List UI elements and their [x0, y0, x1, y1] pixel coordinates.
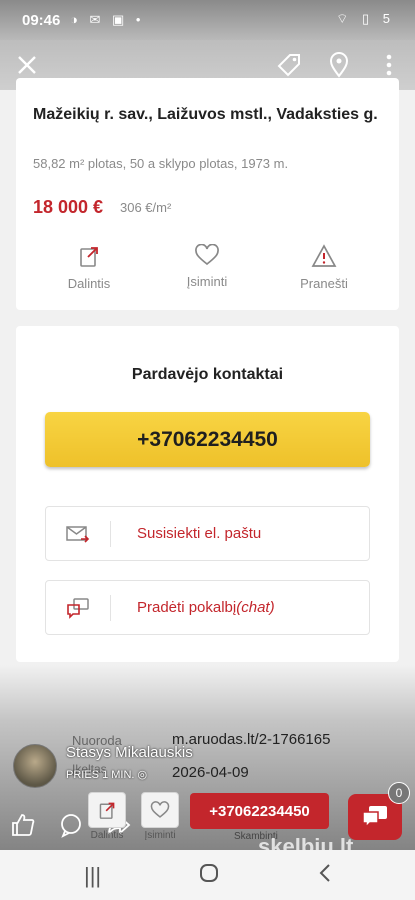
chat-contact-button[interactable]: Pradėti pokalbį(chat): [45, 580, 370, 635]
email-contact-button[interactable]: Susisiekti el. paštu: [45, 506, 370, 561]
back-icon[interactable]: [318, 863, 332, 889]
share-icon: [99, 802, 115, 819]
seller-contacts-card: Pardavėjo kontaktai +37062234450 Susisie…: [16, 326, 399, 662]
bottom-share-label: Dalintis: [90, 830, 124, 841]
save-label: Įsiminti: [186, 274, 228, 289]
listing-card: Mažeikių r. sav., Laižuvos mstl., Vadaks…: [16, 78, 399, 310]
heart-icon: [150, 801, 170, 818]
divider: [110, 595, 111, 621]
listing-details: 58,82 m² plotas, 50 a sklypo plotas, 197…: [33, 156, 289, 171]
report-action[interactable]: Pranešti: [279, 244, 369, 291]
chat-count-badge: 0: [388, 782, 410, 804]
location-pin-icon[interactable]: [324, 50, 354, 80]
chat-bubbles-icon: [67, 598, 89, 619]
bottom-save-label: Įsiminti: [144, 830, 176, 841]
reference-link[interactable]: m.aruodas.lt/2-1766165: [172, 731, 330, 748]
user-meta: PRIES 1 MIN. ◎: [66, 769, 148, 781]
system-status-icons: ⌔ ▯ 5: [336, 11, 395, 26]
warning-icon: [311, 244, 337, 267]
contacts-title: Pardavėjo kontaktai: [131, 366, 284, 383]
avatar[interactable]: [13, 744, 57, 788]
share-label: Dalintis: [67, 276, 111, 291]
save-action[interactable]: Įsiminti: [162, 244, 252, 289]
share-action[interactable]: Dalintis: [44, 244, 134, 291]
chat-contact-label: Pradėti pokalbį(chat): [137, 599, 275, 616]
heart-icon: [195, 244, 219, 266]
listing-price: 18 000 €: [33, 197, 104, 217]
status-bar: 09:46 ◑ ✉ ▣ • ⌔ ▯ 5: [0, 0, 415, 40]
tag-icon[interactable]: [274, 50, 304, 80]
date-value: 2026-04-09: [172, 764, 249, 781]
system-nav-bar: |||: [0, 850, 415, 900]
phone-button[interactable]: +37062234450: [45, 412, 370, 467]
globe-icon: ◎: [137, 769, 148, 781]
chat-bubbles-icon: [362, 806, 387, 829]
listing-address: Mažeikių r. sav., Laižuvos mstl., Vadaks…: [33, 106, 378, 123]
report-label: Pranešti: [300, 276, 348, 291]
home-icon[interactable]: [199, 863, 219, 889]
recent-apps-icon[interactable]: |||: [84, 863, 101, 889]
close-icon[interactable]: [12, 50, 42, 80]
notification-icons: ◑ ✉ ▣ •: [70, 12, 145, 27]
divider: [110, 521, 111, 547]
bottom-share-button[interactable]: Dalintis: [84, 792, 130, 841]
call-button[interactable]: +37062234450: [190, 793, 329, 829]
clock: 09:46: [22, 12, 61, 29]
share-icon: [80, 247, 98, 267]
email-contact-label: Susisiekti el. paštu: [137, 525, 262, 542]
email-icon: [66, 526, 90, 543]
bottom-save-button[interactable]: Įsiminti: [137, 792, 183, 841]
more-vert-icon[interactable]: [374, 50, 404, 80]
price-per-m2: 306 €/m²: [120, 200, 172, 215]
user-name: Stasys Mikalauskis: [66, 744, 193, 761]
